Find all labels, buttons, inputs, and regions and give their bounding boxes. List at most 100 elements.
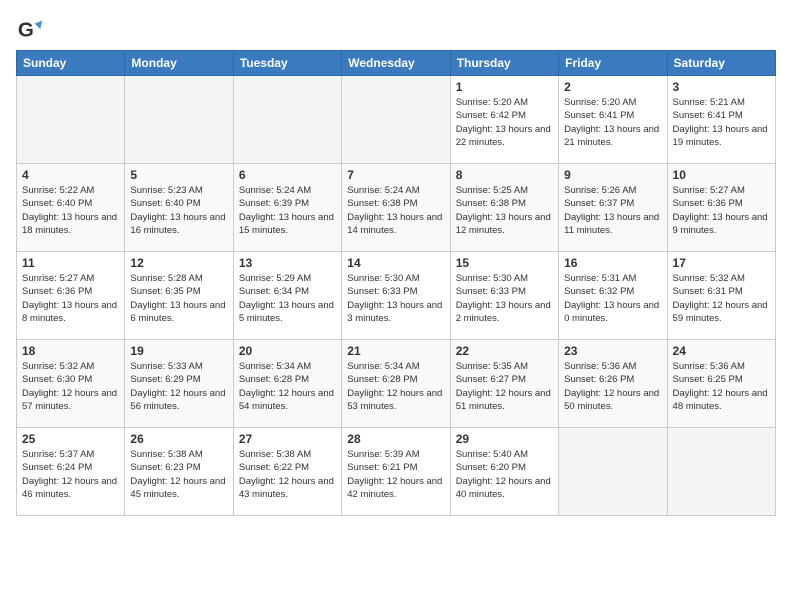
day-info: Sunrise: 5:40 AMSunset: 6:20 PMDaylight:… [456,448,553,501]
day-number: 16 [564,256,661,270]
weekday-header: Saturday [667,51,775,76]
day-number: 2 [564,80,661,94]
calendar-cell: 1 Sunrise: 5:20 AMSunset: 6:42 PMDaylight… [450,76,558,164]
day-number: 3 [673,80,770,94]
weekday-header: Tuesday [233,51,341,76]
day-number: 4 [22,168,119,182]
weekday-header: Thursday [450,51,558,76]
calendar-cell [17,76,125,164]
calendar-cell: 4 Sunrise: 5:22 AMSunset: 6:40 PMDaylight… [17,164,125,252]
day-info: Sunrise: 5:27 AMSunset: 6:36 PMDaylight:… [673,184,770,237]
day-info: Sunrise: 5:30 AMSunset: 6:33 PMDaylight:… [456,272,553,325]
day-info: Sunrise: 5:27 AMSunset: 6:36 PMDaylight:… [22,272,119,325]
calendar-cell [342,76,450,164]
calendar-cell: 7 Sunrise: 5:24 AMSunset: 6:38 PMDaylight… [342,164,450,252]
svg-text:G: G [18,19,34,42]
calendar-cell: 11 Sunrise: 5:27 AMSunset: 6:36 PMDayligh… [17,252,125,340]
page-header: G [16,16,776,44]
day-info: Sunrise: 5:34 AMSunset: 6:28 PMDaylight:… [239,360,336,413]
day-number: 19 [130,344,227,358]
day-info: Sunrise: 5:21 AMSunset: 6:41 PMDaylight:… [673,96,770,149]
day-number: 9 [564,168,661,182]
calendar-week-row: 25Sunrise: 5:37 AMSunset: 6:24 PMDayligh… [17,428,776,516]
calendar-cell: 18Sunrise: 5:32 AMSunset: 6:30 PMDayligh… [17,340,125,428]
calendar-cell: 26 Sunrise: 5:38 AMSunset: 6:23 PMDayligh… [125,428,233,516]
calendar-week-row: 1 Sunrise: 5:20 AMSunset: 6:42 PMDaylight… [17,76,776,164]
day-number: 10 [673,168,770,182]
calendar-cell: 9Sunrise: 5:26 AMSunset: 6:37 PMDaylight… [559,164,667,252]
day-number: 26 [130,432,227,446]
day-info: Sunrise: 5:37 AMSunset: 6:24 PMDaylight:… [22,448,119,501]
day-number: 14 [347,256,444,270]
weekday-header: Friday [559,51,667,76]
calendar-cell: 29 Sunrise: 5:40 AMSunset: 6:20 PMDayligh… [450,428,558,516]
calendar-table: SundayMondayTuesdayWednesdayThursdayFrid… [16,50,776,516]
calendar-cell: 14 Sunrise: 5:30 AMSunset: 6:33 PMDayligh… [342,252,450,340]
day-number: 17 [673,256,770,270]
calendar-cell: 13 Sunrise: 5:29 AMSunset: 6:34 PMDayligh… [233,252,341,340]
calendar-cell: 6Sunrise: 5:24 AMSunset: 6:39 PMDaylight… [233,164,341,252]
day-number: 12 [130,256,227,270]
day-number: 24 [673,344,770,358]
calendar-week-row: 4 Sunrise: 5:22 AMSunset: 6:40 PMDaylight… [17,164,776,252]
calendar-cell [233,76,341,164]
calendar-cell: 21Sunrise: 5:34 AMSunset: 6:28 PMDayligh… [342,340,450,428]
day-number: 20 [239,344,336,358]
calendar-cell: 10 Sunrise: 5:27 AMSunset: 6:36 PMDayligh… [667,164,775,252]
day-number: 27 [239,432,336,446]
weekday-header: Wednesday [342,51,450,76]
calendar-cell: 27 Sunrise: 5:38 AMSunset: 6:22 PMDayligh… [233,428,341,516]
day-info: Sunrise: 5:36 AMSunset: 6:25 PMDaylight:… [673,360,770,413]
day-info: Sunrise: 5:38 AMSunset: 6:22 PMDaylight:… [239,448,336,501]
calendar-cell: 20 Sunrise: 5:34 AMSunset: 6:28 PMDayligh… [233,340,341,428]
day-number: 8 [456,168,553,182]
day-number: 29 [456,432,553,446]
calendar-cell: 8 Sunrise: 5:25 AMSunset: 6:38 PMDaylight… [450,164,558,252]
calendar-cell: 22Sunrise: 5:35 AMSunset: 6:27 PMDayligh… [450,340,558,428]
calendar-header: SundayMondayTuesdayWednesdayThursdayFrid… [17,51,776,76]
weekday-row: SundayMondayTuesdayWednesdayThursdayFrid… [17,51,776,76]
calendar-cell: 16 Sunrise: 5:31 AMSunset: 6:32 PMDayligh… [559,252,667,340]
day-info: Sunrise: 5:25 AMSunset: 6:38 PMDaylight:… [456,184,553,237]
day-info: Sunrise: 5:36 AMSunset: 6:26 PMDaylight:… [564,360,661,413]
day-info: Sunrise: 5:20 AMSunset: 6:41 PMDaylight:… [564,96,661,149]
day-info: Sunrise: 5:38 AMSunset: 6:23 PMDaylight:… [130,448,227,501]
day-info: Sunrise: 5:22 AMSunset: 6:40 PMDaylight:… [22,184,119,237]
day-info: Sunrise: 5:31 AMSunset: 6:32 PMDaylight:… [564,272,661,325]
day-number: 15 [456,256,553,270]
calendar-cell: 5Sunrise: 5:23 AMSunset: 6:40 PMDaylight… [125,164,233,252]
calendar-cell [667,428,775,516]
calendar-cell: 23 Sunrise: 5:36 AMSunset: 6:26 PMDayligh… [559,340,667,428]
day-info: Sunrise: 5:32 AMSunset: 6:31 PMDaylight:… [673,272,770,325]
weekday-header: Monday [125,51,233,76]
calendar-cell: 28 Sunrise: 5:39 AMSunset: 6:21 PMDayligh… [342,428,450,516]
calendar-cell: 15 Sunrise: 5:30 AMSunset: 6:33 PMDayligh… [450,252,558,340]
weekday-header: Sunday [17,51,125,76]
day-number: 1 [456,80,553,94]
day-info: Sunrise: 5:33 AMSunset: 6:29 PMDaylight:… [130,360,227,413]
calendar-week-row: 18Sunrise: 5:32 AMSunset: 6:30 PMDayligh… [17,340,776,428]
day-info: Sunrise: 5:30 AMSunset: 6:33 PMDaylight:… [347,272,444,325]
day-number: 22 [456,344,553,358]
day-info: Sunrise: 5:39 AMSunset: 6:21 PMDaylight:… [347,448,444,501]
day-number: 21 [347,344,444,358]
day-info: Sunrise: 5:29 AMSunset: 6:34 PMDaylight:… [239,272,336,325]
calendar-cell: 24 Sunrise: 5:36 AMSunset: 6:25 PMDayligh… [667,340,775,428]
day-number: 11 [22,256,119,270]
calendar-body: 1 Sunrise: 5:20 AMSunset: 6:42 PMDaylight… [17,76,776,516]
day-number: 28 [347,432,444,446]
day-number: 7 [347,168,444,182]
day-info: Sunrise: 5:32 AMSunset: 6:30 PMDaylight:… [22,360,119,413]
logo-icon: G [16,16,44,44]
day-number: 13 [239,256,336,270]
day-info: Sunrise: 5:20 AMSunset: 6:42 PMDaylight:… [456,96,553,149]
calendar-cell: 17 Sunrise: 5:32 AMSunset: 6:31 PMDayligh… [667,252,775,340]
logo: G [16,16,48,44]
day-number: 5 [130,168,227,182]
calendar-cell: 3 Sunrise: 5:21 AMSunset: 6:41 PMDaylight… [667,76,775,164]
calendar-cell: 12 Sunrise: 5:28 AMSunset: 6:35 PMDayligh… [125,252,233,340]
day-number: 23 [564,344,661,358]
day-info: Sunrise: 5:24 AMSunset: 6:39 PMDaylight:… [239,184,336,237]
day-info: Sunrise: 5:24 AMSunset: 6:38 PMDaylight:… [347,184,444,237]
day-info: Sunrise: 5:28 AMSunset: 6:35 PMDaylight:… [130,272,227,325]
